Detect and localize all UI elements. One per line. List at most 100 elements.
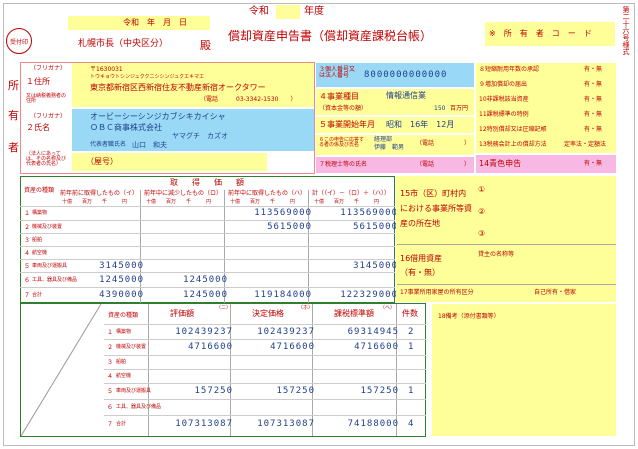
table1-unit: 十億 (146, 199, 157, 205)
table1-unit: 十億 (230, 199, 241, 205)
era-label: 令和 (249, 6, 269, 17)
checklist-row[interactable]: ９増加償却の届出 有・無 (476, 78, 616, 92)
table1-col-header: 前年中に取得したもの（ハ） (228, 190, 307, 197)
form-title: 償却資産申告書（償却資産課税台帳） (228, 29, 433, 43)
table1-header: 前年前に取得したもの（イ） 十億 百万 千 円 前年中に減少したもの（ロ） 十億 百万 千 円 前年… (56, 190, 394, 303)
table2-col-tag: （ヘ） (380, 305, 396, 311)
checklist-row[interactable]: ８短縮耐用年数の承認 有・無 (476, 63, 616, 77)
furigana-label-2: （フリガナ） (30, 113, 67, 120)
table1-unit: 円 (206, 199, 212, 205)
table1-unit: 円 (122, 199, 128, 205)
trade-name-field[interactable]: （屋号） (72, 153, 267, 171)
capital-label: （資本金等の額） (319, 105, 368, 112)
row-name: 航空機 (116, 373, 132, 379)
business-field[interactable]: ４事業種目 情報通信業 （資本金等の額） 150 百万円 (316, 89, 474, 115)
table2-col-header: 決定価格 (252, 309, 284, 318)
table1-unit: 百万 (82, 199, 93, 205)
table1-unit: 百万 (166, 199, 177, 205)
cell-value: 113569000 (340, 208, 398, 218)
row-number: ６ (107, 404, 114, 411)
tax-accountant-field[interactable]: ７税理士等の氏名 （電話 ） (316, 157, 474, 173)
row-name: 船舶 (32, 236, 43, 243)
table-row[interactable]: ６ 工具、器具及び備品 (104, 399, 426, 415)
cell-value: 119184000 (254, 289, 312, 300)
address-label: １住所 (26, 77, 50, 86)
divider-16 (397, 244, 616, 245)
row-name: 機械及び装置 (32, 223, 63, 230)
corp-number-field[interactable]: ３個人番号又は法人番号 8000000000000 (316, 63, 474, 87)
row-name: 車両及び運搬具 (116, 388, 152, 394)
name-field[interactable]: オービーシーシンジカブシキカイシャ ＯＢＣ商事株式会社 ヤマグチ カズオ 代表者… (72, 109, 314, 151)
lessor-label: 貸主の名称等 (478, 251, 515, 258)
owner-code-label: ※ 所 有 者 コ ー ド (489, 29, 592, 38)
row-name: 構築物 (32, 210, 48, 216)
cell-value: 4390000 (99, 289, 144, 300)
cell-value: 5615000 (353, 221, 398, 232)
table2-body: １ 構築物 102439237 102439237 69314945 2 ２ 機械及び装置 47… (104, 324, 426, 436)
remarks-label: 18備考（添付書類等） (438, 313, 500, 320)
row-number: １ (107, 328, 114, 336)
table-row[interactable]: １ 構築物 102439237 102439237 69314945 2 (104, 324, 426, 339)
table1-col-header: 計（（イ）－（ロ）＋（ハ）） (312, 190, 391, 197)
divider-17 (397, 284, 616, 285)
table-row[interactable]: ３ 船舶 (20, 233, 395, 246)
table-row[interactable]: ５ 車両及び運搬具 3145000 3145000 (20, 259, 397, 272)
table-row[interactable]: ２ 機械及び装置 5615000 5615000 (20, 220, 398, 233)
row-number: ２ (107, 344, 114, 351)
honorific: 殿 (200, 39, 211, 52)
table1-body: １ 構築物 113569000 113569000 ２ 機械及び装置 5615000 5615… (20, 206, 398, 302)
cell-value: 1245000 (183, 274, 228, 285)
contact-field[interactable]: ６この申告に応答する者の係及び氏名 経理部 伊藤 範男 （電話 ） (316, 135, 474, 155)
address-kana: トウキョウトシンジュククニシシンジュクエキマエ (90, 74, 205, 80)
contact-label: ６この申告に応答する者の係及び氏名 (319, 137, 365, 148)
checklist-row[interactable]: 12特別償却又は圧縮記帳 有・無 (476, 123, 616, 137)
owner-code-box[interactable]: ※ 所 有 者 コ ー ド (485, 22, 615, 46)
table1-row-header: 資産の種類 (24, 187, 55, 194)
table-row[interactable]: ７ 合計 4390000 1245000 119184000 122329000 (20, 287, 397, 302)
cell-value: 74188000 (347, 419, 399, 429)
table1-unit: 十億 (314, 199, 325, 205)
owner-class-value: 自己所有・借家 (534, 289, 577, 296)
table-row[interactable]: ７ 合計 107313087 107313087 74188000 4 (104, 415, 426, 433)
address-field[interactable]: 〒1630031 トウキョウトシンジュククニシシンジュクエキマエ 東京都新宿区西… (72, 63, 314, 107)
count-value: 4 (408, 419, 415, 429)
blue-return-field[interactable]: 14青色申告 有・無 (476, 155, 616, 173)
owner-class-label: 17事業所用家屋の所有区分 (400, 289, 474, 296)
rep-kana: ヤマグチ カズオ (172, 132, 228, 140)
remarks-field[interactable]: 18備考（添付書類等） (432, 304, 616, 436)
table-row[interactable]: ４ 航空機 (20, 246, 395, 259)
table-row[interactable]: ３ 船舶 (104, 355, 426, 369)
owner-char-2: 有 (8, 109, 19, 122)
cell-value: 157250 (276, 386, 315, 396)
start-label: ５事業開始年月 (319, 120, 375, 129)
checklist-row[interactable]: 11課税標準の特例 有・無 (476, 108, 616, 122)
table-row[interactable]: ４ 航空機 (104, 369, 426, 383)
blue-return-value: 有・無 (584, 160, 603, 167)
business-label: ４事業種目 (319, 92, 359, 101)
contact-name: 伊藤 範男 (374, 144, 405, 151)
checklist-row[interactable]: 10非課税該当資産 有・無 (476, 93, 616, 107)
table-row[interactable]: ５ 車両及び運搬具 157250 157250 157250 1 (104, 383, 426, 399)
checklist-label: 12特別償却又は圧縮記帳 (479, 126, 547, 133)
table-row[interactable]: ２ 機械及び装置 4716600 4716600 4716600 1 (104, 339, 426, 355)
row-number: ５ (24, 262, 31, 270)
table-row[interactable]: ６ 工具、器具及び備品 1245000 1245000 (20, 272, 395, 287)
owner-char-3: 者 (8, 141, 19, 154)
row-number: ７ (24, 291, 31, 299)
trade-name-label: （屋号） (86, 157, 118, 166)
table-row[interactable]: １ 構築物 113569000 113569000 (20, 206, 398, 220)
checklist-label: ８短縮耐用年数の承認 (479, 66, 540, 73)
phone-value: （電話 03-3342-1530 ） (200, 96, 297, 103)
row-number: １ (24, 210, 31, 217)
rep-name: 山口 和夫 (132, 141, 167, 149)
checklist-row[interactable]: 13税務会計上の償却方法 定率法・定額法 (476, 138, 616, 152)
row-name: 航空機 (32, 249, 48, 256)
year-field[interactable] (276, 5, 300, 19)
postal-code: 〒1630031 (90, 66, 123, 73)
row-name: 構築物 (116, 328, 132, 335)
start-field[interactable]: ５事業開始年月 昭和 16年 12月 (316, 117, 474, 133)
date-field[interactable]: 令和 年 月 日 (68, 16, 210, 30)
table1-unit: 千 (186, 199, 192, 205)
checklist-value: 有・無 (584, 66, 603, 73)
contact-phone: （電話 ） (416, 140, 471, 147)
